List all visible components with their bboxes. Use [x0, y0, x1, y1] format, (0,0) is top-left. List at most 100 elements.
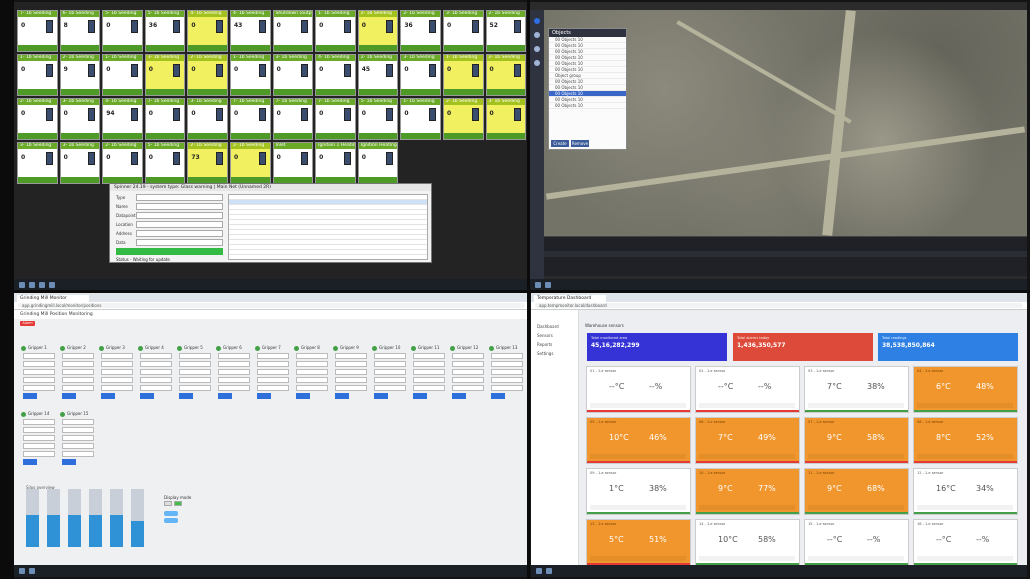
position-control[interactable] [23, 369, 55, 375]
position-control[interactable] [179, 361, 211, 367]
seeding-tile[interactable]: 2- 1b Seeding 0 [485, 54, 527, 96]
position-control[interactable] [491, 369, 523, 375]
position-control[interactable] [101, 361, 133, 367]
position-control[interactable] [23, 361, 55, 367]
list-icon[interactable] [534, 60, 540, 66]
seeding-tile[interactable]: 7- 1b Seeding 0 [229, 98, 271, 140]
seeding-tile[interactable]: 2- 1b Seeding 73 [187, 142, 228, 184]
mode-button-1[interactable] [164, 511, 178, 516]
position-control[interactable] [23, 377, 55, 383]
sensor-card[interactable]: 14 - 1-e sensor 10°C 58% [695, 519, 800, 566]
position-control[interactable] [23, 459, 37, 465]
position-control[interactable] [62, 419, 94, 425]
position-control[interactable] [62, 435, 94, 441]
position-control[interactable] [23, 419, 55, 425]
seeding-tile[interactable]: 2- 1b Seeding 0 [17, 98, 58, 140]
create-button[interactable]: Create [551, 140, 569, 147]
position-control[interactable] [413, 369, 445, 375]
seeding-tile[interactable]: 3- 1b Seeding 0 [59, 98, 101, 140]
seeding-tile[interactable]: 3- 1b Seeding 0 [144, 54, 186, 96]
seeding-tile[interactable]: 4- 1b Seeding 43 [229, 10, 271, 52]
seeding-tile[interactable]: 5- 1b Seeding 0 [357, 98, 399, 140]
position-control[interactable] [374, 361, 406, 367]
sidebar-item[interactable]: Settings [531, 349, 578, 358]
position-control[interactable] [62, 369, 94, 375]
seeding-tile[interactable]: 3- 1b Seeding 0 [442, 10, 484, 52]
layers-icon[interactable] [534, 18, 540, 24]
position-control[interactable] [62, 459, 76, 465]
browser-icon[interactable] [545, 282, 551, 288]
start-icon[interactable] [19, 568, 25, 574]
position-control[interactable] [413, 393, 427, 399]
sidebar-item[interactable]: Dashboard [531, 322, 578, 331]
dialog-field-input[interactable] [136, 212, 223, 219]
position-control[interactable] [62, 353, 94, 359]
position-control[interactable] [62, 427, 94, 433]
position-control[interactable] [335, 361, 367, 367]
sensor-card[interactable]: 16 - 1-e sensor --°C --% [913, 519, 1018, 566]
position-control[interactable] [257, 377, 289, 383]
seeding-tile[interactable]: 2- 1b Seeding 0 [442, 98, 484, 140]
position-control[interactable] [218, 393, 232, 399]
browser-icon[interactable] [546, 568, 552, 574]
position-control[interactable] [296, 369, 328, 375]
seeding-tile[interactable]: 3- 1b Seeding 0 [59, 142, 101, 184]
object-list-item[interactable]: 00 Objects 10 [549, 103, 626, 109]
position-control[interactable] [218, 361, 250, 367]
seeding-tile[interactable]: 4- 1b Seeding 0 [187, 10, 228, 52]
dialog-events-table[interactable] [228, 194, 428, 260]
seeding-tile[interactable]: 5- 1b Seeding 36 [144, 10, 186, 52]
seeding-tile[interactable]: 1- 1b Seeding 0 [17, 54, 58, 96]
position-control[interactable] [335, 353, 367, 359]
seeding-tile[interactable]: 1- 1b Seeding 0 [400, 98, 441, 140]
position-control[interactable] [140, 377, 172, 383]
seeding-tile[interactable]: 4- 1b Seeding 0 [315, 54, 356, 96]
position-control[interactable] [413, 377, 445, 383]
start-icon[interactable] [535, 282, 541, 288]
sensor-card[interactable]: 03 - 1-e sensor 7°C 38% [804, 366, 909, 413]
seeding-tile[interactable]: 2- 1b Seeding 45 [357, 54, 399, 96]
seeding-tile[interactable]: 2- 1b Seeding 9 [59, 54, 101, 96]
seeding-tile[interactable]: 3- 1b Seeding 0 [272, 54, 314, 96]
position-control[interactable] [374, 369, 406, 375]
position-control[interactable] [179, 369, 211, 375]
seeding-tile[interactable]: 3- 1b Seeding 0 [485, 98, 527, 140]
position-control[interactable] [296, 353, 328, 359]
position-control[interactable] [218, 353, 250, 359]
position-control[interactable] [335, 385, 367, 391]
position-control[interactable] [140, 361, 172, 367]
sensor-card[interactable]: 11 - 1-e sensor 9°C 68% [804, 468, 909, 515]
sensor-card[interactable]: 12 - 1-e sensor 16°C 34% [913, 468, 1018, 515]
sidebar-item[interactable]: Sensors [531, 331, 578, 340]
address-bar[interactable]: app.tempmonitor.local/dashboard [535, 303, 1023, 308]
position-control[interactable] [374, 385, 406, 391]
position-control[interactable] [23, 435, 55, 441]
seeding-tile[interactable]: 7- 1b Seeding 0 [272, 98, 314, 140]
position-control[interactable] [335, 393, 349, 399]
position-control[interactable] [452, 369, 484, 375]
position-control[interactable] [491, 385, 523, 391]
dialog-field-input[interactable] [136, 203, 223, 210]
position-control[interactable] [179, 353, 211, 359]
seeding-tile[interactable]: 3- 1b Seeding 0 [17, 142, 58, 184]
table-row[interactable] [229, 250, 427, 255]
seeding-tile[interactable]: 2- 1b Seeding 0 [187, 54, 228, 96]
position-control[interactable] [23, 451, 55, 457]
seeding-tile[interactable]: 7- 1b Seeding 0 [144, 98, 186, 140]
position-control[interactable] [62, 377, 94, 383]
seeding-tile[interactable]: Ignition Heating 0 [357, 142, 399, 184]
seeding-tile[interactable]: Ignition 1 Heating 0 [315, 142, 356, 184]
position-control[interactable] [257, 369, 289, 375]
seeding-tile[interactable]: 2- 1b Seeding 52 [485, 10, 527, 52]
position-control[interactable] [413, 353, 445, 359]
position-control[interactable] [491, 353, 523, 359]
position-control[interactable] [179, 385, 211, 391]
seeding-tile[interactable]: 2- 1b Seeding 0 [102, 142, 143, 184]
position-control[interactable] [62, 385, 94, 391]
position-control[interactable] [23, 353, 55, 359]
sensor-card[interactable]: 15 - 1-e sensor --°C --% [804, 519, 909, 566]
position-control[interactable] [218, 369, 250, 375]
position-control[interactable] [23, 393, 37, 399]
folder-icon[interactable] [39, 282, 45, 288]
seeding-tile[interactable]: 1- 1b Seeding 0 [315, 10, 356, 52]
